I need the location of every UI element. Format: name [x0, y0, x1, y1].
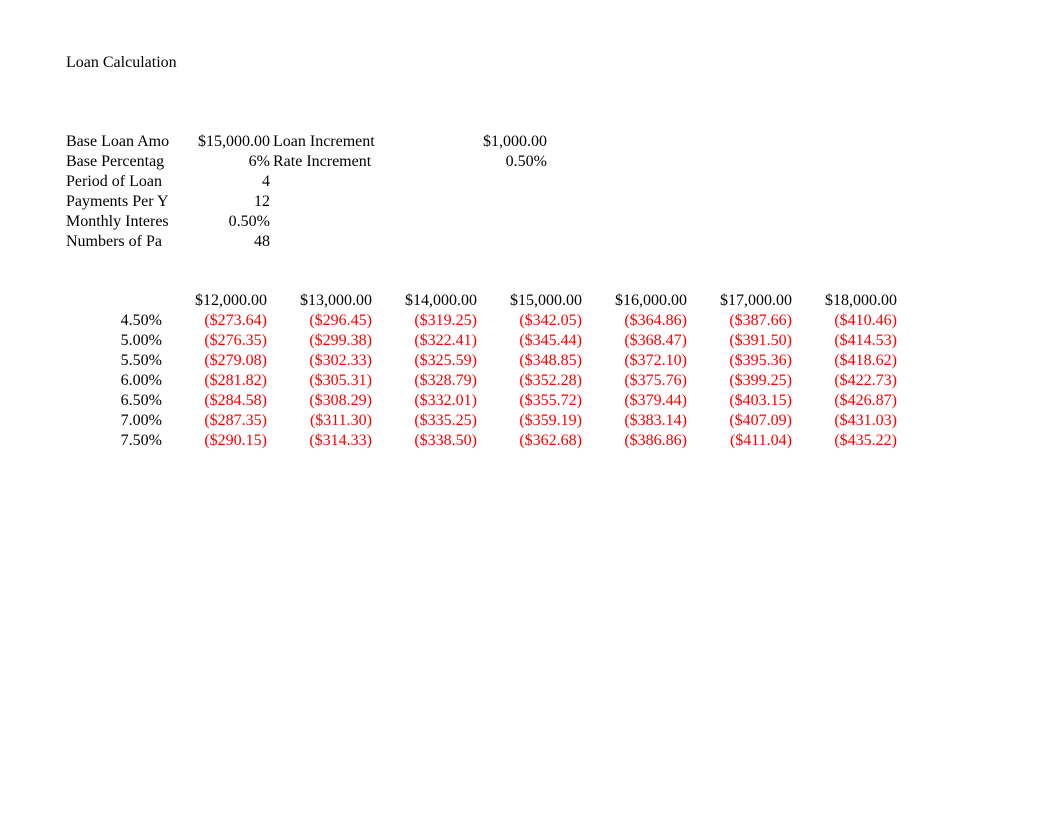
table-cell: ($319.25) [414, 312, 477, 329]
table-row: 7.50% ($290.15) ($314.33) ($338.50) ($36… [66, 431, 897, 451]
table-cell: ($299.38) [309, 332, 372, 349]
table-row: 5.00% ($276.35) ($299.38) ($322.41) ($34… [66, 331, 897, 351]
table-row: 6.00% ($281.82) ($305.31) ($328.79) ($35… [66, 371, 897, 391]
table-cell: ($308.29) [309, 392, 372, 409]
table-row: 7.00% ($287.35) ($311.30) ($335.25) ($35… [66, 411, 897, 431]
table-cell: ($414.53) [834, 332, 897, 349]
parameter-row: Period of Loan 4 [66, 172, 486, 192]
table-cell: ($305.31) [309, 372, 372, 389]
table-cell: ($311.30) [309, 412, 372, 429]
table-cell: ($273.64) [204, 312, 267, 329]
table-cell: ($395.36) [729, 352, 792, 369]
table-body: 4.50% ($273.64) ($296.45) ($319.25) ($34… [66, 311, 897, 451]
table-cell: ($431.03) [834, 412, 897, 429]
parameter-value: 12 [254, 193, 270, 210]
table-cell: ($342.05) [519, 312, 582, 329]
table-cell: ($279.08) [204, 352, 267, 369]
parameter-value: 4 [262, 173, 270, 190]
column-header: $16,000.00 [615, 292, 687, 309]
table-row: 6.50% ($284.58) ($308.29) ($332.01) ($35… [66, 391, 897, 411]
parameter-value: 6% [248, 153, 270, 170]
column-header: $13,000.00 [300, 292, 372, 309]
row-header: 6.50% [120, 392, 162, 409]
parameters-block: Base Loan Amo $15,000.00 Loan Increment … [66, 132, 547, 252]
table-cell: ($355.72) [519, 392, 582, 409]
table-cell: ($325.59) [414, 352, 477, 369]
table-cell: ($322.41) [414, 332, 477, 349]
table-cell: ($302.33) [309, 352, 372, 369]
table-cell: ($410.46) [834, 312, 897, 329]
row-header: 6.00% [120, 372, 162, 389]
table-row: 5.50% ($279.08) ($302.33) ($325.59) ($34… [66, 351, 897, 371]
table-header-row: $12,000.00 $13,000.00 $14,000.00 $15,000… [66, 291, 897, 311]
table-cell: ($276.35) [204, 332, 267, 349]
table-cell: ($375.76) [624, 372, 687, 389]
table-cell: ($359.19) [519, 412, 582, 429]
table-row: 4.50% ($273.64) ($296.45) ($319.25) ($34… [66, 311, 897, 331]
parameter-secondary-value: 0.50% [505, 153, 547, 170]
row-header: 5.50% [120, 352, 162, 369]
table-cell: ($407.09) [729, 412, 792, 429]
table-cell: ($403.15) [729, 392, 792, 409]
parameter-value: 0.50% [228, 213, 270, 230]
table-cell: ($422.73) [834, 372, 897, 389]
table-cell: ($287.35) [204, 412, 267, 429]
table-cell: ($281.82) [204, 372, 267, 389]
table-cell: ($284.58) [204, 392, 267, 409]
table-cell: ($387.66) [729, 312, 792, 329]
table-cell: ($335.25) [414, 412, 477, 429]
parameter-value: $15,000.00 [198, 133, 270, 150]
parameter-row: Numbers of Pa 48 [66, 232, 486, 252]
table-cell: ($368.47) [624, 332, 687, 349]
table-cell: ($383.14) [624, 412, 687, 429]
table-cell: ($372.10) [624, 352, 687, 369]
column-header: $15,000.00 [510, 292, 582, 309]
parameter-row: Base Percentag 6% Rate Increment 0.50% [66, 152, 547, 172]
row-header: 4.50% [120, 312, 162, 329]
parameter-row: Monthly Interes 0.50% [66, 212, 486, 232]
table-cell: ($364.86) [624, 312, 687, 329]
table-cell: ($435.22) [834, 432, 897, 449]
parameter-row: Payments Per Y 12 [66, 192, 486, 212]
table-cell: ($328.79) [414, 372, 477, 389]
table-cell: ($391.50) [729, 332, 792, 349]
parameter-row: Base Loan Amo $15,000.00 Loan Increment … [66, 132, 547, 152]
table-cell: ($418.62) [834, 352, 897, 369]
parameter-secondary-value: $1,000.00 [483, 133, 547, 150]
column-header: $14,000.00 [405, 292, 477, 309]
table-cell: ($296.45) [309, 312, 372, 329]
table-cell: ($314.33) [309, 432, 372, 449]
row-header: 7.50% [120, 432, 162, 449]
table-corner-cell [66, 291, 162, 311]
row-header: 7.00% [120, 412, 162, 429]
column-header: $12,000.00 [195, 292, 267, 309]
page-title: Loan Calculation [66, 54, 177, 71]
table-cell: ($332.01) [414, 392, 477, 409]
parameter-value: 48 [254, 233, 270, 250]
spreadsheet-canvas: Loan Calculation Base Loan Amo $15,000.0… [0, 0, 1062, 822]
table-cell: ($348.85) [519, 352, 582, 369]
table-cell: ($399.25) [729, 372, 792, 389]
column-header: $17,000.00 [720, 292, 792, 309]
row-header: 5.00% [120, 332, 162, 349]
table-cell: ($338.50) [414, 432, 477, 449]
table-cell: ($362.68) [519, 432, 582, 449]
table-cell: ($426.87) [834, 392, 897, 409]
table-cell: ($345.44) [519, 332, 582, 349]
table-cell: ($290.15) [204, 432, 267, 449]
table-cell: ($411.04) [729, 432, 792, 449]
table-cell: ($352.28) [519, 372, 582, 389]
column-header: $18,000.00 [825, 292, 897, 309]
loan-matrix-table: $12,000.00 $13,000.00 $14,000.00 $15,000… [66, 291, 897, 451]
table-cell: ($386.86) [624, 432, 687, 449]
table-cell: ($379.44) [624, 392, 687, 409]
